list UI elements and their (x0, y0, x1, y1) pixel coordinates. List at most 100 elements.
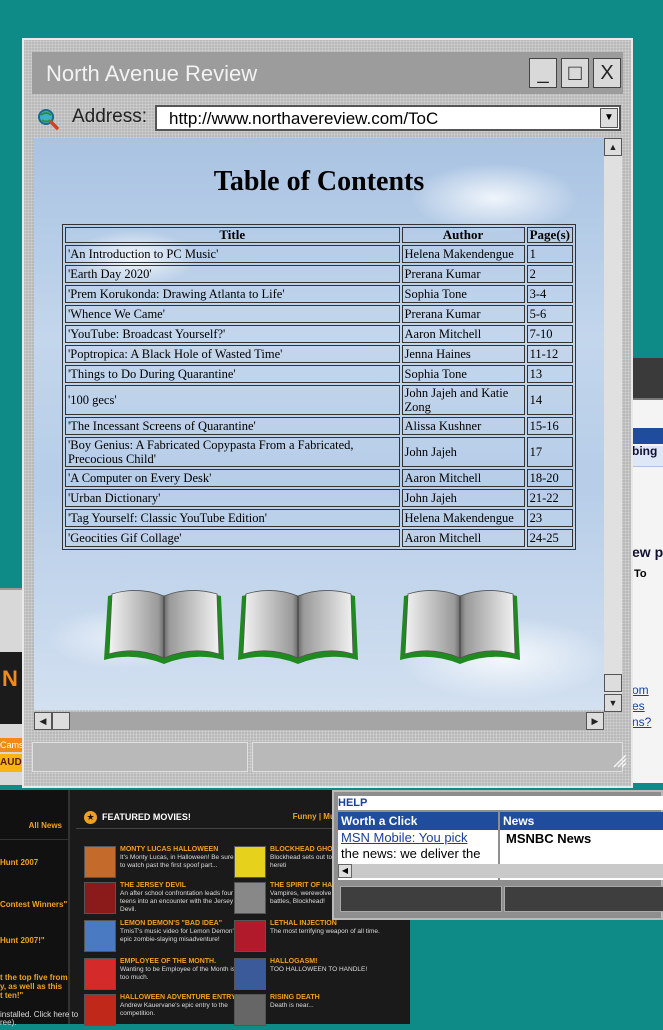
cell-author: Sophia Tone (401, 365, 525, 383)
address-bar[interactable]: http://www.northavereview.com/ToC ▼ (155, 105, 621, 131)
cell-author: John Jajeh (401, 489, 525, 507)
scrollbar-thumb[interactable] (604, 674, 622, 692)
book-icon[interactable] (398, 588, 523, 668)
all-news-link[interactable]: All News (29, 821, 62, 830)
cell-author: Prerana Kumar (401, 265, 525, 283)
scroll-right-button[interactable]: ▶ (586, 712, 604, 730)
cell-author: Aaron Mitchell (401, 325, 525, 343)
page-content: Table of Contents Title Author Page(s) '… (34, 138, 604, 710)
cell-pages: 24-25 (526, 529, 573, 547)
news-item[interactable]: y, as well as this (0, 982, 62, 991)
cell-pages: 5-6 (526, 305, 573, 323)
book-icon[interactable] (102, 588, 227, 668)
status-pane (340, 886, 502, 912)
minimize-button[interactable]: _ (529, 58, 557, 88)
maximize-button[interactable]: □ (561, 58, 589, 88)
book-icon[interactable] (236, 588, 361, 668)
cell-pages: 18-20 (526, 469, 573, 487)
cell-author: John Jajeh (401, 437, 525, 467)
news-item[interactable]: t the top five from (0, 973, 68, 982)
cell-title: 'Poptropica: A Black Hole of Wasted Time… (65, 345, 400, 363)
background-link[interactable]: ns? (632, 715, 651, 729)
table-header-row: Title Author Page(s) (65, 227, 573, 243)
news-item[interactable]: Hunt 2007!" (0, 936, 45, 945)
movie-thumbnail (234, 846, 266, 878)
msnbc-news-link[interactable]: MSNBC News (500, 830, 663, 848)
cell-author: Jenna Haines (401, 345, 525, 363)
movie-item[interactable]: HALLOWEEN ADVENTURE ENTRY Andrew Kauerva… (84, 994, 236, 1030)
cell-title: 'Tag Yourself: Classic YouTube Edition' (65, 509, 400, 527)
movie-item[interactable]: LETHAL INJECTION The most terrifying wea… (234, 920, 384, 956)
table-row[interactable]: 'The Incessant Screens of Quarantine' Ali… (65, 417, 573, 435)
scrollbar-thumb[interactable] (52, 712, 70, 730)
cell-author: Sophia Tone (401, 285, 525, 303)
msn-mobile-link[interactable]: MSN Mobile: You pick (338, 830, 498, 846)
featured-movies-title: FEATURED MOVIES! (102, 812, 191, 822)
table-row[interactable]: 'An Introduction to PC Music' Helena Make… (65, 245, 573, 263)
table-row[interactable]: 'Tag Yourself: Classic YouTube Edition' H… (65, 509, 573, 527)
scroll-down-button[interactable]: ▼ (604, 694, 622, 712)
news-item[interactable]: Hunt 2007 (0, 858, 38, 867)
news-item[interactable]: Contest Winners" (0, 900, 67, 909)
news-item[interactable]: t ten!" (0, 991, 23, 1000)
cell-title: 'Things to Do During Quarantine' (65, 365, 400, 383)
background-link[interactable]: om (632, 683, 649, 697)
cell-author: Prerana Kumar (401, 305, 525, 323)
background-msn-window: HELP Worth a Click MSN Mobile: You pick … (332, 790, 663, 920)
scroll-left-button[interactable]: ◀ (34, 712, 52, 730)
close-button[interactable]: X (593, 58, 621, 88)
cell-pages: 23 (526, 509, 573, 527)
cell-author: Helena Makendengue (401, 509, 525, 527)
star-icon: ★ (84, 811, 97, 824)
cell-title: 'Boy Genius: A Fabricated Copypasta From… (65, 437, 400, 467)
cell-title: 'Prem Korukonda: Drawing Atlanta to Life… (65, 285, 400, 303)
resize-grip-icon[interactable] (613, 754, 627, 768)
cell-title: 'An Introduction to PC Music' (65, 245, 400, 263)
news-item[interactable]: ree). (0, 1018, 16, 1027)
address-url[interactable]: http://www.northavereview.com/ToC (169, 109, 438, 129)
table-row[interactable]: 'Geocities Gif Collage' Aaron Mitchell 24-… (65, 529, 573, 547)
scroll-left-button[interactable]: ◀ (338, 864, 352, 878)
table-row[interactable]: 'Whence We Came' Prerana Kumar 5-6 (65, 305, 573, 323)
movie-thumbnail (84, 994, 116, 1026)
status-pane (252, 742, 623, 772)
table-row[interactable]: 'Things to Do During Quarantine' Sophia T… (65, 365, 573, 383)
table-row[interactable]: 'Prem Korukonda: Drawing Atlanta to Life… (65, 285, 573, 303)
cell-pages: 15-16 (526, 417, 573, 435)
cell-title: 'Earth Day 2020' (65, 265, 400, 283)
movie-item[interactable]: MONTY LUCAS HALLOWEEN It's Monty Lucas, … (84, 846, 234, 882)
title-bar[interactable]: North Avenue Review _ □ X (32, 52, 623, 94)
address-dropdown-button[interactable]: ▼ (600, 108, 618, 128)
table-row[interactable]: 'Earth Day 2020' Prerana Kumar 2 (65, 265, 573, 283)
status-pane (504, 886, 663, 912)
table-row[interactable]: 'YouTube: Broadcast Yourself?' Aaron Mitc… (65, 325, 573, 343)
panel-title: News (500, 812, 663, 830)
background-logo-text: N (2, 666, 18, 691)
table-row[interactable]: 'A Computer on Every Desk' Aaron Mitchell… (65, 469, 573, 487)
movie-item[interactable]: EMPLOYEE OF THE MONTH. Wanting to be Emp… (84, 958, 235, 994)
cell-title: 'Whence We Came' (65, 305, 400, 323)
movie-thumbnail (84, 846, 116, 878)
cell-pages: 11-12 (526, 345, 573, 363)
table-row[interactable]: 'Urban Dictionary' John Jajeh 21-22 (65, 489, 573, 507)
horizontal-scrollbar[interactable]: ◀ (338, 864, 663, 878)
movie-item[interactable]: THE JERSEY DEVIL An after school confron… (84, 882, 234, 918)
globe-search-icon (38, 109, 59, 130)
movie-item[interactable]: HALLOGASM! TOO HALLOWEEN TO HANDLE! (234, 958, 384, 994)
cell-author: Helena Makendengue (401, 245, 525, 263)
cell-title: '100 gecs' (65, 385, 400, 415)
cell-title: 'The Incessant Screens of Quarantine' (65, 417, 400, 435)
horizontal-scrollbar[interactable]: ◀ ▶ (34, 712, 604, 730)
vertical-scrollbar[interactable]: ▲ ▼ (604, 138, 622, 712)
column-header-title: Title (65, 227, 400, 243)
movie-thumbnail (234, 994, 266, 1026)
background-link[interactable]: es (632, 699, 645, 713)
table-row[interactable]: 'Boy Genius: A Fabricated Copypasta From… (65, 437, 573, 467)
movie-item[interactable]: LEMON DEMON'S "BAD IDEA" TmisT's music v… (84, 920, 237, 956)
movie-item[interactable]: RISING DEATH Death is near... (234, 994, 384, 1030)
scroll-up-button[interactable]: ▲ (604, 138, 622, 156)
movie-thumbnail (84, 882, 116, 914)
table-row[interactable]: '100 gecs' John Jajeh and Katie Zong 14 (65, 385, 573, 415)
table-row[interactable]: 'Poptropica: A Black Hole of Wasted Time… (65, 345, 573, 363)
help-header[interactable]: HELP (338, 796, 663, 810)
